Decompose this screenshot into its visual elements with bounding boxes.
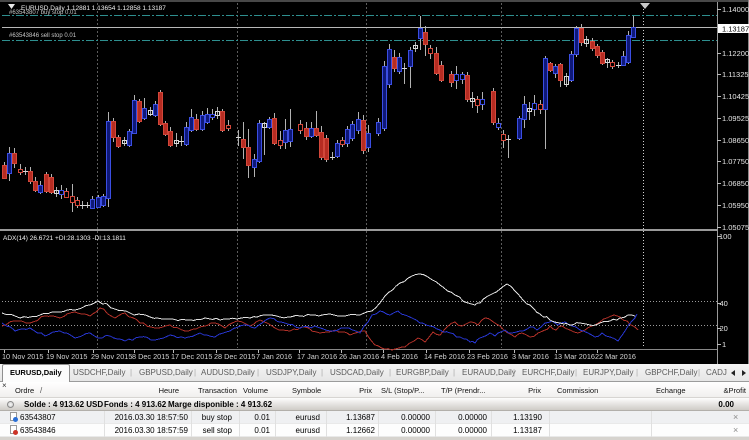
svg-text:14 Feb 2016: 14 Feb 2016	[424, 352, 465, 361]
svg-text:10 Nov 2015: 10 Nov 2015	[2, 352, 43, 361]
svg-text:1.13187: 1.13187	[722, 25, 749, 34]
svg-text:22 Mar 2016: 22 Mar 2016	[595, 352, 636, 361]
svg-text:1.05075: 1.05075	[722, 223, 749, 232]
svg-text:ADX(14) 26.6721 +DI:28.1303 -D: ADX(14) 26.6721 +DI:28.1303 -DI:13.1811	[3, 235, 126, 242]
svg-text:#63543807 buy stop 0.01: #63543807 buy stop 0.01	[9, 10, 77, 16]
svg-text:26 Jan 2016: 26 Jan 2016	[339, 352, 379, 361]
svg-text:1.06850: 1.06850	[722, 179, 749, 188]
svg-text:#63543846 sell stop 0.01: #63543846 sell stop 0.01	[9, 33, 77, 39]
svg-text:20: 20	[720, 324, 728, 333]
svg-text:17 Dec 2015: 17 Dec 2015	[171, 352, 212, 361]
svg-text:1.09525: 1.09525	[722, 114, 749, 123]
svg-text:29 Nov 2015: 29 Nov 2015	[91, 352, 132, 361]
svg-text:17 Jan 2016: 17 Jan 2016	[297, 352, 337, 361]
svg-text:1.07750: 1.07750	[722, 157, 749, 166]
svg-text:1.12200: 1.12200	[722, 49, 749, 58]
svg-text:3 Mar 2016: 3 Mar 2016	[512, 352, 549, 361]
svg-text:28 Dec 2015: 28 Dec 2015	[214, 352, 255, 361]
svg-text:40: 40	[720, 299, 728, 308]
svg-text:19 Nov 2015: 19 Nov 2015	[46, 352, 87, 361]
svg-text:4 Feb 2016: 4 Feb 2016	[381, 352, 418, 361]
svg-text:1.05950: 1.05950	[722, 201, 749, 210]
svg-text:100: 100	[719, 232, 732, 241]
svg-text:8 Dec 2015: 8 Dec 2015	[132, 352, 169, 361]
svg-text:1.14000: 1.14000	[722, 5, 749, 14]
svg-text:13 Mar 2016: 13 Mar 2016	[554, 352, 595, 361]
svg-text:23 Feb 2016: 23 Feb 2016	[467, 352, 508, 361]
svg-text:1.11325: 1.11325	[722, 70, 749, 79]
svg-text:1: 1	[722, 340, 726, 349]
svg-text:1.10425: 1.10425	[722, 92, 749, 101]
svg-text:7 Jan 2016: 7 Jan 2016	[256, 352, 292, 361]
svg-text:1.08650: 1.08650	[722, 136, 749, 145]
